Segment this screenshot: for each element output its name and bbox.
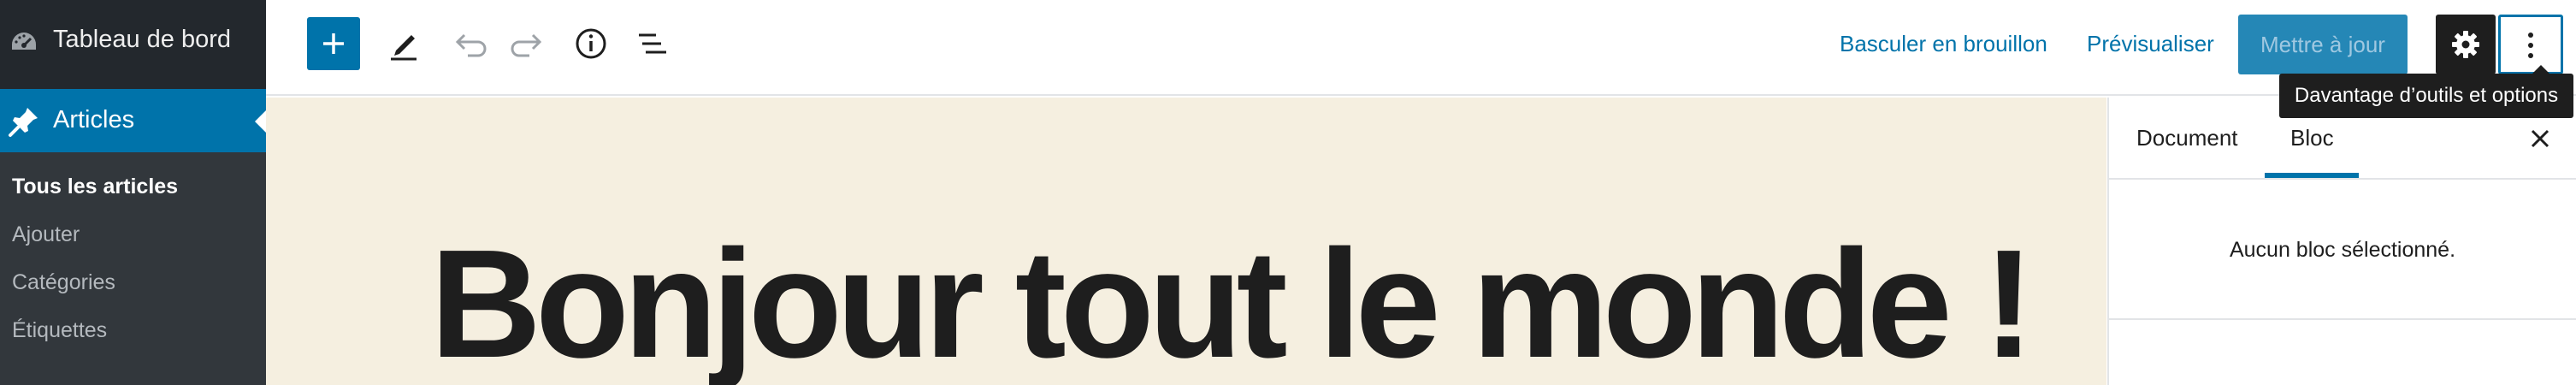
no-block-selected-message: Aucun bloc sélectionné. [2229,238,2456,262]
post-title[interactable]: Bonjour tout le monde ! [430,228,2035,382]
update-button[interactable]: Mettre à jour [2238,15,2408,74]
editor-canvas: Bonjour tout le monde ! [266,98,2106,385]
pencil-icon[interactable] [386,25,423,62]
submenu-item-add-new[interactable]: Ajouter [12,222,80,247]
articles-submenu: Tous les articles Ajouter Catégories Éti… [0,152,266,385]
active-tab-indicator [2265,173,2359,178]
tab-block[interactable]: Bloc [2290,125,2334,151]
tab-document[interactable]: Document [2136,125,2238,151]
menu-item-articles[interactable]: Articles [0,89,266,152]
admin-sidebar: Tableau de bord Articles Tous les articl… [0,0,266,385]
pushpin-icon [9,108,38,137]
undo-icon[interactable] [449,25,487,62]
redo-icon[interactable] [511,25,548,62]
settings-sidebar: Document Bloc Aucun bloc sélectionné. [2107,98,2576,385]
dashboard-icon [12,33,36,50]
submenu-item-all-posts[interactable]: Tous les articles [12,175,178,199]
menu-item-dashboard[interactable]: Tableau de bord [0,0,266,89]
current-menu-indicator [255,110,266,133]
list-view-icon[interactable] [634,25,671,62]
menu-item-dashboard-label: Tableau de bord [53,26,231,53]
panel-divider [2109,318,2576,320]
editor-header-toolbar: Basculer en brouillon Prévisualiser Mett… [266,0,2576,96]
info-icon[interactable] [572,25,610,62]
more-vertical-icon [2528,33,2533,58]
plus-icon [323,33,344,54]
settings-button[interactable] [2436,15,2496,74]
gear-icon [2452,31,2479,58]
preview-button[interactable]: Prévisualiser [2087,31,2214,57]
add-block-button[interactable] [307,17,360,70]
submenu-item-tags[interactable]: Étiquettes [12,318,107,343]
switch-to-draft-button[interactable]: Basculer en brouillon [1840,31,2047,57]
more-tools-button[interactable] [2498,15,2563,74]
close-icon[interactable] [2526,125,2554,152]
menu-item-articles-label: Articles [53,106,135,133]
more-tools-tooltip: Davantage d’outils et options [2279,65,2573,118]
submenu-item-categories[interactable]: Catégories [12,270,115,295]
